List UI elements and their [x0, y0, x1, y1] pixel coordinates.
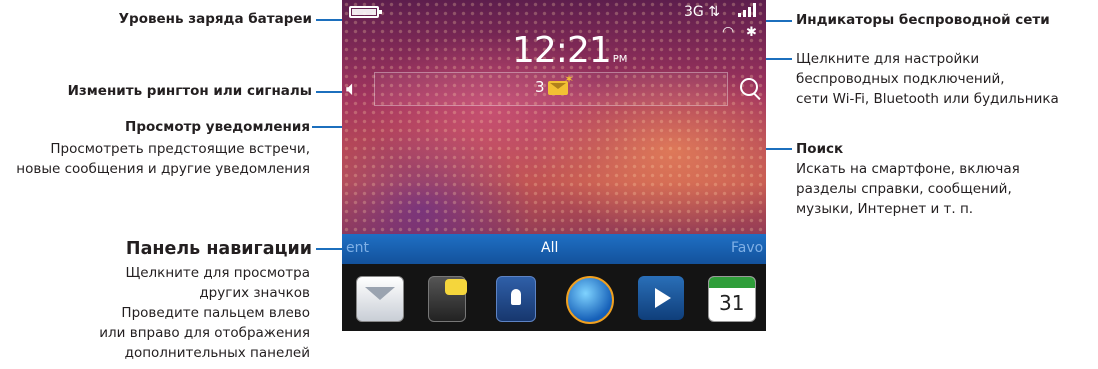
battery-icon [349, 6, 382, 18]
wireless-annotation-title: Индикаторы беспроводной сети [796, 12, 1050, 28]
wireless-desc-1: Щелкните для настройки [796, 51, 980, 67]
nav-tab-recent[interactable]: ent [346, 240, 369, 256]
signal-icon[interactable] [738, 3, 760, 17]
notification-annotation-desc-1: Просмотреть предстоящие встречи, [50, 141, 310, 157]
nav-panel-annotation-title: Панель навигации [125, 239, 312, 259]
clock-time: 12:21 [512, 30, 612, 71]
nav-panel-desc-4: или вправо для отображения [99, 325, 310, 341]
calendar-day: 31 [719, 291, 745, 315]
nav-panel-desc-2: других значков [199, 285, 310, 301]
app-dock: 31 [342, 264, 766, 331]
bluetooth-icon[interactable]: ✱ [746, 25, 757, 40]
search-callout-line [762, 148, 792, 150]
search-annotation-title: Поиск [796, 141, 844, 157]
nav-panel-desc-3: Проведите пальцем влево [121, 305, 310, 321]
phone-home-screen: 3G ⇅ 12:21 PM ◠ ✱ 🔈︎ 3 ✶ ent All Favo 31 [342, 0, 766, 331]
battery-annotation: Уровень заряда батареи [118, 11, 312, 27]
notification-annotation-desc-2: новые сообщения и другие уведомления [16, 161, 310, 177]
network-type-text: 3G [684, 4, 704, 20]
search-desc-3: музыки, Интернет и т. п. [796, 201, 974, 217]
media-app-icon[interactable] [638, 276, 684, 320]
speaker-icon[interactable]: 🔈︎ [346, 76, 358, 100]
text-messages-app-icon[interactable] [428, 276, 467, 322]
nav-tab-favorites[interactable]: Favo [731, 240, 763, 256]
contacts-app-icon[interactable] [496, 276, 536, 322]
notification-count: 3 [535, 78, 545, 96]
wireless-desc-3: сети Wi-Fi, Bluetooth или будильника [796, 91, 1059, 107]
search-desc-1: Искать на смартфоне, включая [796, 161, 1020, 177]
ringtone-annotation: Изменить рингтон или сигналы [67, 83, 312, 99]
home-clock[interactable]: 12:21 PM [512, 30, 627, 71]
network-type-label[interactable]: 3G ⇅ [684, 4, 720, 20]
search-desc-2: разделы справки, сообщений, [796, 181, 1012, 197]
navigation-panel[interactable]: ent All Favo [342, 234, 766, 264]
browser-app-icon[interactable] [566, 276, 614, 324]
nav-panel-desc-5: дополнительных панелей [124, 345, 310, 361]
clock-ampm: PM [612, 54, 628, 65]
search-icon[interactable] [740, 78, 758, 96]
messages-app-icon[interactable] [356, 276, 404, 322]
data-arrows-icon: ⇅ [708, 4, 720, 20]
wireless-desc-2: беспроводных подключений, [796, 71, 1005, 87]
wifi-icon[interactable]: ◠ [722, 24, 734, 40]
wireless-callout-line [762, 20, 792, 22]
notification-annotation-title: Просмотр уведомления [125, 119, 310, 135]
calendar-app-icon[interactable]: 31 [708, 276, 756, 322]
nav-tab-all[interactable]: All [541, 240, 558, 256]
nav-panel-desc-1: Щелкните для просмотра [125, 265, 310, 281]
new-badge-icon: ✶ [564, 72, 575, 86]
